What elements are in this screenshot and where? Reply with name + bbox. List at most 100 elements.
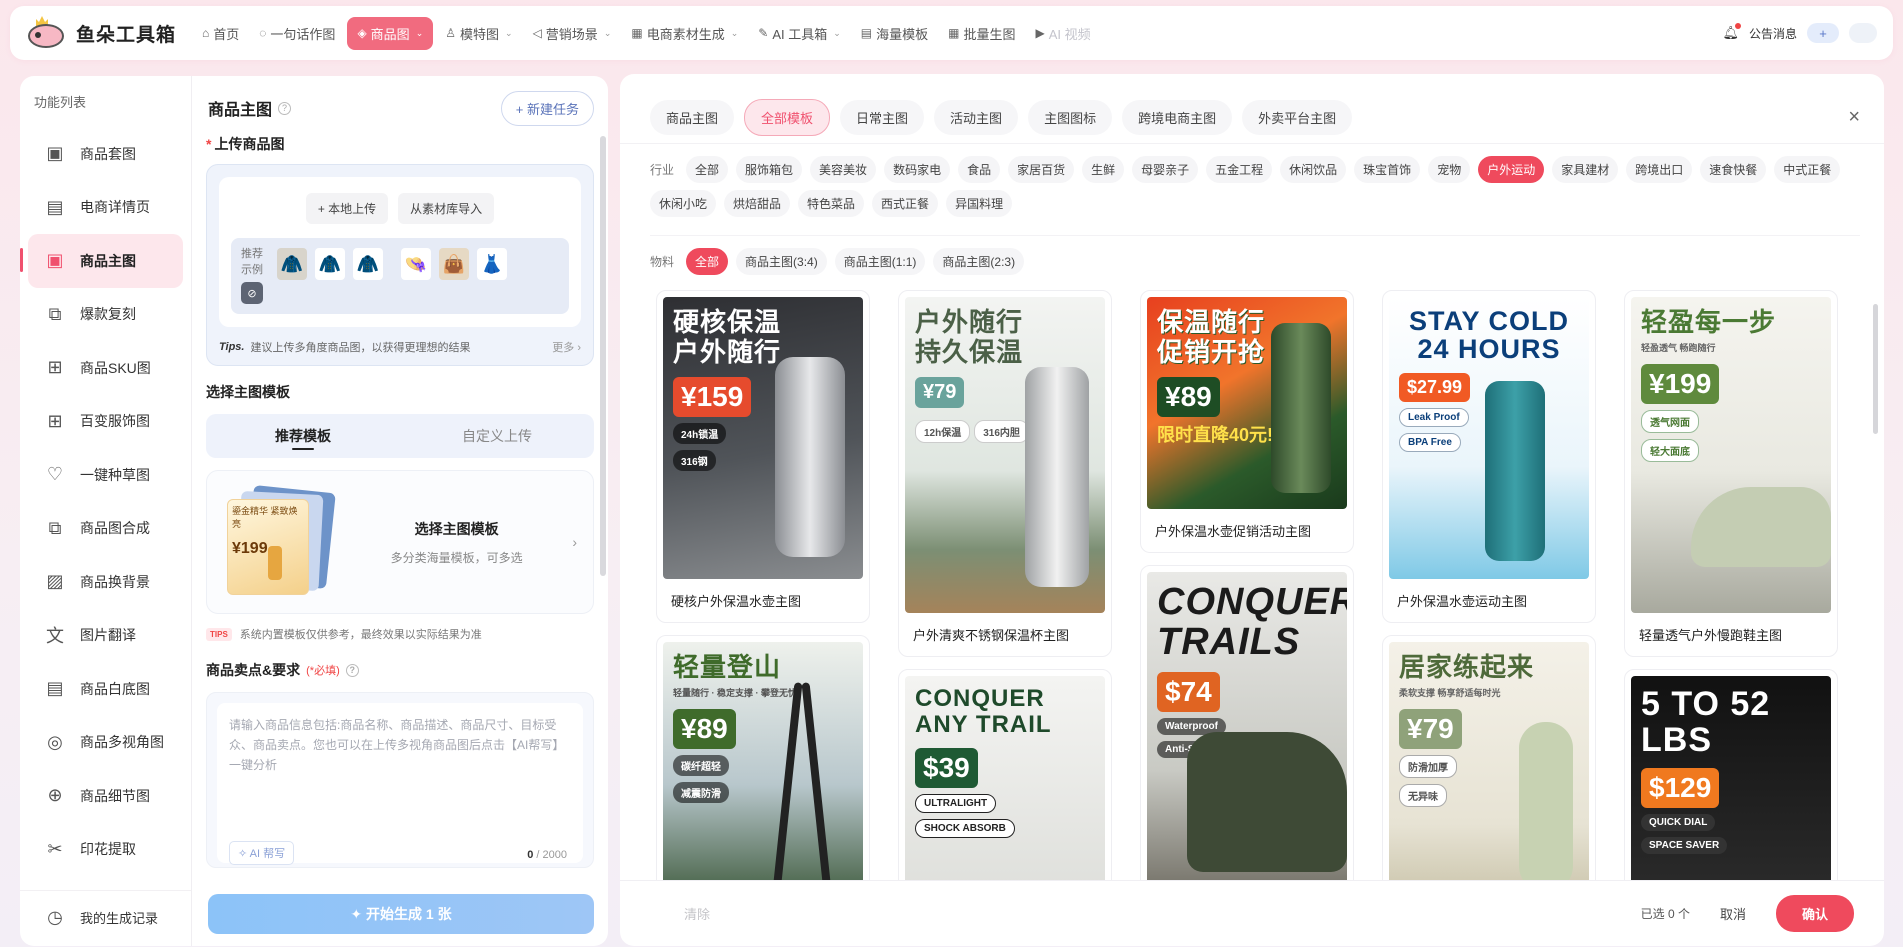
gallery-scrollbar[interactable] <box>1873 304 1878 434</box>
more-tips-link[interactable]: 更多 › <box>552 339 581 355</box>
industry-chip[interactable]: 中式正餐 <box>1774 156 1841 183</box>
brand-logo[interactable]: 鱼朵工具箱 <box>26 16 176 50</box>
industry-chip[interactable]: 食品 <box>958 156 1001 183</box>
upload-area[interactable]: + 本地上传 从素材库导入 推荐示例 ⊘ 🧥 🧥 🧥 👒 👜 👗 Tips. 建… <box>206 164 594 366</box>
sidebar-item-5[interactable]: ⊞ 百变服饰图 <box>20 395 191 449</box>
industry-chip[interactable]: 生鲜 <box>1082 156 1125 183</box>
material-chip[interactable]: 商品主图(2:3) <box>933 248 1025 275</box>
industry-chip[interactable]: 家居百货 <box>1008 156 1075 183</box>
example-thumb-blue-jacket[interactable]: 🧥 <box>353 248 383 280</box>
template-image: CONQUER ANY TRAIL $39 ULTRALIGHT SHOCK A… <box>905 676 1105 880</box>
template-card[interactable]: STAY COLD 24 HOURS $27.99 Leak Proof BPA… <box>1382 290 1596 623</box>
nav-item-6[interactable]: ✎ AI 工具箱 ⌄ <box>750 18 849 49</box>
sidebar-item-3[interactable]: ⧉ 爆款复刻 <box>20 288 191 342</box>
material-chip[interactable]: 商品主图(3:4) <box>736 248 827 275</box>
industry-chip[interactable]: 五金工程 <box>1206 156 1273 183</box>
industry-chip[interactable]: 跨境出口 <box>1626 156 1693 183</box>
sidebar-item-9[interactable]: 文图片翻译 <box>20 609 191 663</box>
sidebar-item-0[interactable]: ▣ 商品套图 <box>20 127 191 181</box>
nav-item-2[interactable]: ◈ 商品图 ⌄ <box>347 16 434 50</box>
sidebar-item-6[interactable]: ♡ 一键种草图 <box>20 448 191 502</box>
avatar[interactable] <box>1849 23 1877 43</box>
sidebar-item-10[interactable]: ▤ 商品白底图 <box>20 662 191 716</box>
industry-chip[interactable]: 西式正餐 <box>872 190 939 217</box>
industry-chip[interactable]: 宠物 <box>1428 156 1471 183</box>
sidebar-item-1[interactable]: ▤ 电商详情页 <box>20 181 191 235</box>
template-card[interactable]: 5 TO 52 LBS $129 QUICK DIAL SPACE SAVER <box>1624 669 1838 880</box>
local-upload-button[interactable]: + 本地上传 <box>305 193 389 224</box>
help-icon[interactable]: ? <box>278 101 292 115</box>
template-card[interactable]: 户外随行 持久保温 ¥79 12h保温 316内胆 户外清爽不锈钢保温杯主图 <box>898 290 1112 657</box>
template-card[interactable]: CONQUER ANY TRAIL $39 ULTRALIGHT SHOCK A… <box>898 669 1112 880</box>
form-scrollbar[interactable] <box>600 136 606 576</box>
example-thumb-hat[interactable]: 👒 <box>401 248 431 280</box>
industry-chip[interactable]: 特色菜品 <box>798 190 865 217</box>
eye-off-icon[interactable]: ⊘ <box>241 282 263 304</box>
nav-item-3[interactable]: ♙ 模特图 ⌄ <box>437 18 520 49</box>
nav-item-8[interactable]: ▦ 批量生图 <box>940 18 1023 49</box>
gallery-tab-1[interactable]: 全部模板 <box>744 99 831 136</box>
material-chip[interactable]: 全部 <box>686 248 729 275</box>
template-card[interactable]: 轻量登山 轻量随行 · 稳定支撑 · 攀登无忧 ¥89 碳纤超轻 减震防滑 <box>656 635 870 880</box>
sidebar-item-12[interactable]: ⊕ 商品细节图 <box>20 769 191 823</box>
industry-chip[interactable]: 户外运动 <box>1478 156 1545 183</box>
my-records-link[interactable]: ◷ 我的生成记录 <box>20 890 191 928</box>
tab-custom-upload[interactable]: 自定义上传 <box>400 414 594 458</box>
sidebar-item-2[interactable]: ▣ 商品主图 <box>20 234 183 288</box>
example-thumb-bag[interactable]: 👜 <box>439 248 469 280</box>
industry-chip[interactable]: 异国料理 <box>946 190 1013 217</box>
gallery-tab-4[interactable]: 主图图标 <box>1028 100 1113 135</box>
gallery-tab-3[interactable]: 活动主图 <box>934 100 1019 135</box>
ai-write-button[interactable]: ✧ AI 帮写 <box>229 841 295 865</box>
gallery-tab-2[interactable]: 日常主图 <box>840 100 925 135</box>
help-icon[interactable]: ? <box>345 663 359 677</box>
gallery-tab-6[interactable]: 外卖平台主图 <box>1242 100 1353 135</box>
bell-icon[interactable]: 🔔︎ <box>1722 23 1741 41</box>
confirm-button[interactable]: 确认 <box>1775 895 1854 932</box>
generate-button[interactable]: ✦ 开始生成 1 张 <box>208 894 594 934</box>
sidebar-item-4[interactable]: ⊞ 商品SKU图 <box>20 341 191 395</box>
template-card[interactable]: 居家练起来 柔软支撑 畅享舒适每时光 ¥79 防滑加厚 无异味 <box>1382 635 1596 880</box>
nav-item-4[interactable]: ◁ 营销场景 ⌄ <box>525 18 620 49</box>
add-button[interactable]: + <box>1807 23 1839 43</box>
clear-selection-button[interactable]: 清除 <box>684 904 710 923</box>
nav-item-0[interactable]: ⌂ 首页 <box>194 18 247 49</box>
industry-chip[interactable]: 数码家电 <box>884 156 951 183</box>
sidebar-item-13[interactable]: ✂ 印花提取 <box>20 823 191 877</box>
nav-item-7[interactable]: ▤ 海量模板 <box>853 18 936 49</box>
sidebar-item-8[interactable]: ▨ 商品换背景 <box>20 555 191 609</box>
cancel-button[interactable]: 取消 <box>1720 904 1746 923</box>
import-from-library-button[interactable]: 从素材库导入 <box>398 193 495 224</box>
industry-chip[interactable]: 母婴亲子 <box>1132 156 1199 183</box>
industry-chip[interactable]: 全部 <box>686 156 729 183</box>
sidebar-item-11[interactable]: ◎ 商品多视角图 <box>20 716 191 770</box>
choose-template-card[interactable]: 鎏金精华 紧致焕亮 ¥199 选择主图模板 多分类海量模板，可多选 › <box>206 470 594 614</box>
new-task-button[interactable]: + 新建任务 <box>500 90 594 126</box>
template-card[interactable]: 保温随行 促销开抢 ¥89 限时直降40元! 户外保温水壶促销活动主图 <box>1140 290 1354 553</box>
template-card[interactable]: 轻盈每一步 轻盈透气 畅跑随行 ¥199 透气网面 轻大面底 轻量透气户外慢跑鞋… <box>1624 290 1838 657</box>
announcement-link[interactable]: 公告消息 <box>1749 25 1797 42</box>
industry-chip[interactable]: 休闲饮品 <box>1280 156 1347 183</box>
gallery-tab-0[interactable]: 商品主图 <box>650 100 735 135</box>
gallery-tab-5[interactable]: 跨境电商主图 <box>1122 100 1233 135</box>
template-card[interactable]: 硬核保温 户外随行 ¥159 24h锁温 316钢 硬核户外保温水壶主图 <box>656 290 870 623</box>
template-gallery: 商品主图 全部模板 日常主图 活动主图 主图图标 跨境电商主图 外卖平台主图 × 行业 全部 服饰… <box>620 74 1884 946</box>
tab-recommended[interactable]: 推荐模板 <box>206 414 400 458</box>
sidebar-item-7[interactable]: ⧉ 商品图合成 <box>20 502 191 556</box>
industry-chip[interactable]: 休闲小吃 <box>650 190 717 217</box>
industry-chip[interactable]: 服饰箱包 <box>736 156 803 183</box>
industry-chip[interactable]: 珠宝首饰 <box>1354 156 1421 183</box>
example-thumb-jacket[interactable]: 🧥 <box>277 248 307 280</box>
industry-chip[interactable]: 烘焙甜品 <box>724 190 791 217</box>
industry-chip[interactable]: 家具建材 <box>1552 156 1619 183</box>
example-thumb-black-jacket[interactable]: 🧥 <box>315 248 345 280</box>
industry-chip[interactable]: 美容美妆 <box>810 156 877 183</box>
template-card[interactable]: CONQUER TRAILS $74 Waterproof Anti-Slip <box>1140 565 1354 880</box>
industry-chip[interactable]: 速食快餐 <box>1700 156 1767 183</box>
nav-item-5[interactable]: ▦ 电商素材生成 ⌄ <box>623 18 746 49</box>
material-chip[interactable]: 商品主图(1:1) <box>834 248 926 275</box>
selling-points-input[interactable]: 请输入商品信息包括:商品名称、商品描述、商品尺寸、目标受众、商品卖点。您也可以在… <box>206 692 594 868</box>
nav-item-1[interactable]: ◌ 一句话作图 <box>251 18 343 49</box>
example-thumb-dress[interactable]: 👗 <box>477 248 507 280</box>
close-icon[interactable]: × <box>1848 106 1860 129</box>
